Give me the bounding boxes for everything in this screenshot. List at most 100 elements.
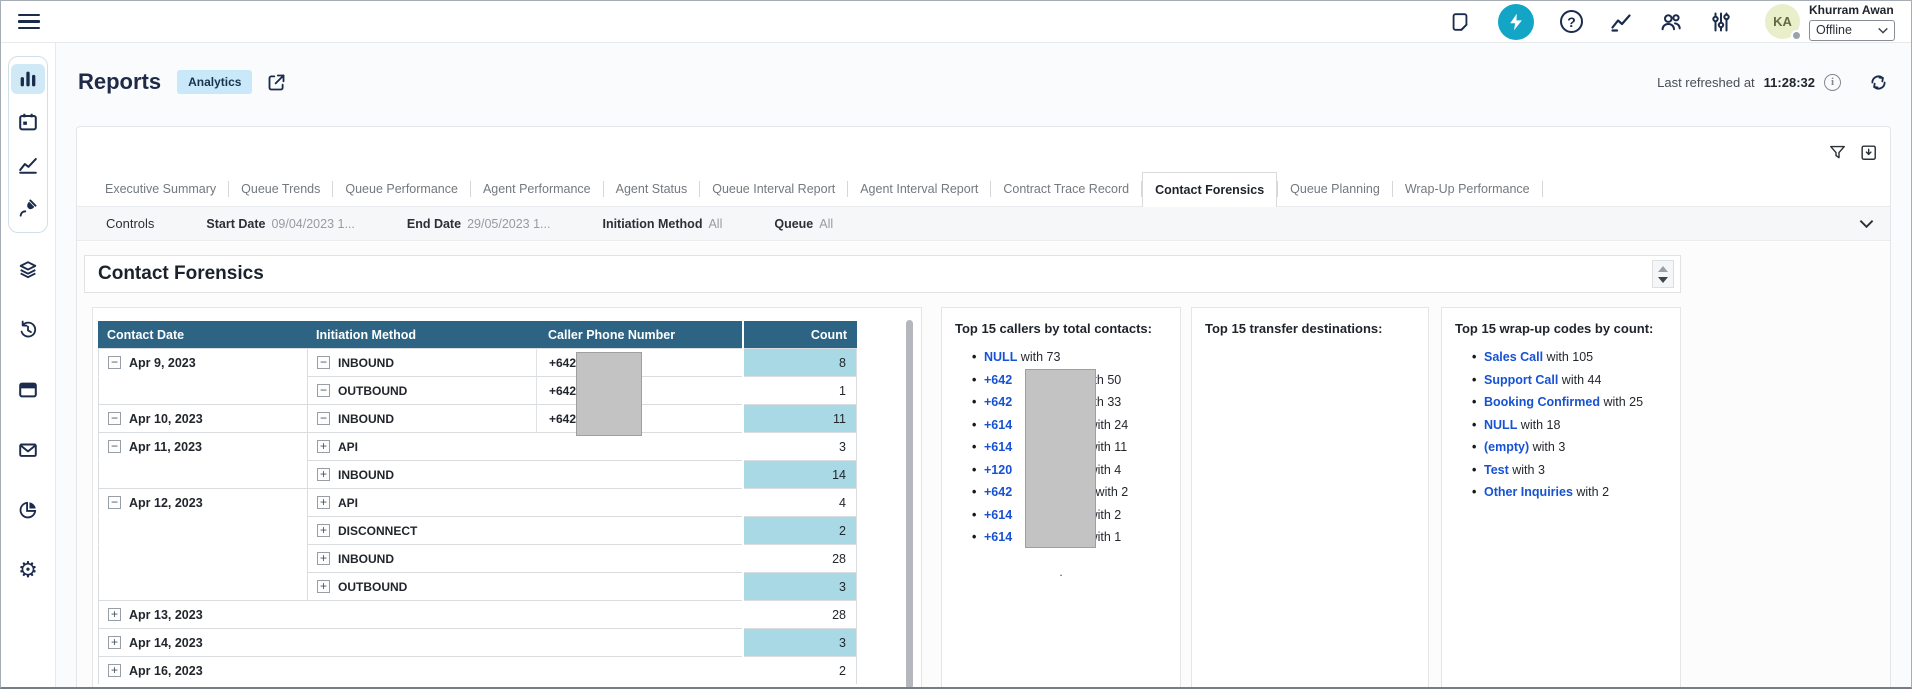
report-content: Contact Forensics Contact Date Initiatio… <box>77 242 1890 689</box>
caller-link[interactable]: +614 <box>984 508 1012 522</box>
sidebar-analytics-group <box>8 56 48 233</box>
wrapup-count-text: with 25 <box>1600 395 1643 409</box>
collapse-toggle[interactable]: − <box>108 496 121 509</box>
sidebar-item-workspace[interactable] <box>11 375 45 405</box>
col-header-caller-phone[interactable]: Caller Phone Number <box>536 321 742 348</box>
sidebar-item-layers[interactable] <box>11 255 45 285</box>
hamburger-menu-icon[interactable] <box>18 14 40 30</box>
table-row[interactable]: +DISCONNECT2 <box>98 516 859 544</box>
caller-link[interactable]: +642 <box>984 373 1012 387</box>
expand-toggle[interactable]: + <box>108 636 121 649</box>
tab-wrap-up-performance[interactable]: Wrap-Up Performance <box>1393 172 1542 206</box>
sidebar-item-trends[interactable] <box>11 150 45 180</box>
sidebar-item-insights[interactable] <box>11 495 45 525</box>
table-row[interactable]: +OUTBOUND3 <box>98 572 859 600</box>
tab-agent-performance[interactable]: Agent Performance <box>471 172 603 206</box>
sidebar-item-customize[interactable] <box>11 193 45 223</box>
status-select[interactable]: Offline <box>1809 20 1895 41</box>
wrapup-link[interactable]: Support Call <box>1484 373 1558 387</box>
cell-contact-date: +Apr 14, 2023 <box>98 628 742 656</box>
agents-icon[interactable] <box>1659 10 1683 34</box>
expand-toggle[interactable]: + <box>108 608 121 621</box>
sidebar-item-schedule[interactable] <box>11 107 45 137</box>
collapse-toggle[interactable]: − <box>108 356 121 369</box>
filter-icon[interactable] <box>1828 143 1847 162</box>
col-header-initiation-method[interactable]: Initiation Method <box>307 321 536 348</box>
tab-contract-trace-record[interactable]: Contract Trace Record <box>991 172 1141 206</box>
boost-icon[interactable] <box>1498 4 1534 40</box>
expand-toggle[interactable]: + <box>317 524 330 537</box>
wrapup-link[interactable]: Other Inquiries <box>1484 485 1573 499</box>
caller-link[interactable]: NULL <box>984 350 1017 364</box>
refresh-icon[interactable] <box>1868 72 1889 93</box>
filter-queue[interactable]: QueueAll <box>774 217 833 231</box>
preferences-icon[interactable] <box>1709 10 1733 34</box>
wrapup-link[interactable]: Sales Call <box>1484 350 1543 364</box>
cell-contact-date: +Apr 13, 2023 <box>98 600 742 628</box>
wrapup-link[interactable]: Booking Confirmed <box>1484 395 1600 409</box>
table-row[interactable]: −Apr 9, 2023−INBOUND+6428 <box>98 348 859 376</box>
redaction-overlay-table <box>576 352 642 436</box>
tab-queue-planning[interactable]: Queue Planning <box>1278 172 1392 206</box>
wrapup-link[interactable]: Test <box>1484 463 1509 477</box>
caller-link[interactable]: +614 <box>984 418 1012 432</box>
caller-link[interactable]: +120 <box>984 463 1012 477</box>
expand-toggle[interactable]: + <box>317 496 330 509</box>
download-icon[interactable] <box>1859 143 1878 162</box>
tab-queue-trends[interactable]: Queue Trends <box>229 172 332 206</box>
table-row[interactable]: +Apr 16, 20232 <box>98 656 859 684</box>
expand-toggle[interactable]: + <box>108 664 121 677</box>
col-header-count[interactable]: Count <box>744 321 857 348</box>
caller-link[interactable]: +642 <box>984 395 1012 409</box>
table-row[interactable]: +INBOUND14 <box>98 460 859 488</box>
sidebar-item-reports[interactable] <box>11 64 45 94</box>
info-icon[interactable]: i <box>1824 74 1841 91</box>
table-row[interactable]: +Apr 13, 202328 <box>98 600 859 628</box>
caller-link[interactable]: +614 <box>984 530 1012 544</box>
cell-caller-phone <box>536 544 742 572</box>
filter-start-date[interactable]: Start Date09/04/2023 1... <box>206 217 354 231</box>
expand-toggle[interactable]: + <box>317 580 330 593</box>
tab-executive-summary[interactable]: Executive Summary <box>93 172 228 206</box>
avatar[interactable]: KA <box>1765 4 1800 39</box>
collapse-toggle[interactable]: − <box>108 440 121 453</box>
filter-initiation-method[interactable]: Initiation MethodAll <box>602 217 722 231</box>
last-refreshed-label: Last refreshed at <box>1657 75 1755 90</box>
tab-queue-performance[interactable]: Queue Performance <box>333 172 470 206</box>
table-row[interactable]: −OUTBOUND+6421 <box>98 376 859 404</box>
controls-collapse-chevron[interactable] <box>1859 219 1874 229</box>
table-row[interactable]: −Apr 10, 2023−INBOUND+64211 <box>98 404 859 432</box>
collapse-toggle[interactable]: − <box>317 412 330 425</box>
tab-agent-interval-report[interactable]: Agent Interval Report <box>848 172 990 206</box>
collapse-toggle[interactable]: − <box>108 412 121 425</box>
sidebar-item-settings[interactable]: ⚙ <box>11 555 45 585</box>
col-header-contact-date[interactable]: Contact Date <box>98 321 307 348</box>
tab-separator <box>1542 181 1543 197</box>
sidebar-item-history[interactable] <box>11 315 45 345</box>
table-row[interactable]: +INBOUND28 <box>98 544 859 572</box>
help-icon[interactable]: ? <box>1560 10 1583 33</box>
tab-contact-forensics[interactable]: Contact Forensics <box>1142 172 1277 207</box>
table-row[interactable]: −Apr 12, 2023+API4 <box>98 488 859 516</box>
expand-toggle[interactable]: + <box>317 440 330 453</box>
filter-end-date[interactable]: End Date29/05/2023 1... <box>407 217 551 231</box>
note-icon[interactable] <box>1448 10 1472 34</box>
table-row[interactable]: +Apr 14, 20233 <box>98 628 859 656</box>
table-row[interactable]: −Apr 11, 2023+API3 <box>98 432 859 460</box>
collapse-toggle[interactable]: − <box>317 356 330 369</box>
tab-agent-status[interactable]: Agent Status <box>604 172 700 206</box>
tab-queue-interval-report[interactable]: Queue Interval Report <box>700 172 847 206</box>
external-link-icon[interactable] <box>266 72 287 93</box>
expand-toggle[interactable]: + <box>317 468 330 481</box>
spinner-control[interactable] <box>1652 260 1674 288</box>
caller-link[interactable]: +642 <box>984 485 1012 499</box>
metrics-icon[interactable] <box>1609 10 1633 34</box>
wrapup-link[interactable]: (empty) <box>1484 440 1529 454</box>
collapse-toggle[interactable]: − <box>317 384 330 397</box>
expand-toggle[interactable]: + <box>317 552 330 565</box>
caller-link[interactable]: +614 <box>984 440 1012 454</box>
cell-contact-date: −Apr 9, 2023 <box>98 348 307 376</box>
table-scrollbar[interactable] <box>906 320 913 689</box>
wrapup-link[interactable]: NULL <box>1484 418 1517 432</box>
sidebar-item-mail[interactable] <box>11 435 45 465</box>
